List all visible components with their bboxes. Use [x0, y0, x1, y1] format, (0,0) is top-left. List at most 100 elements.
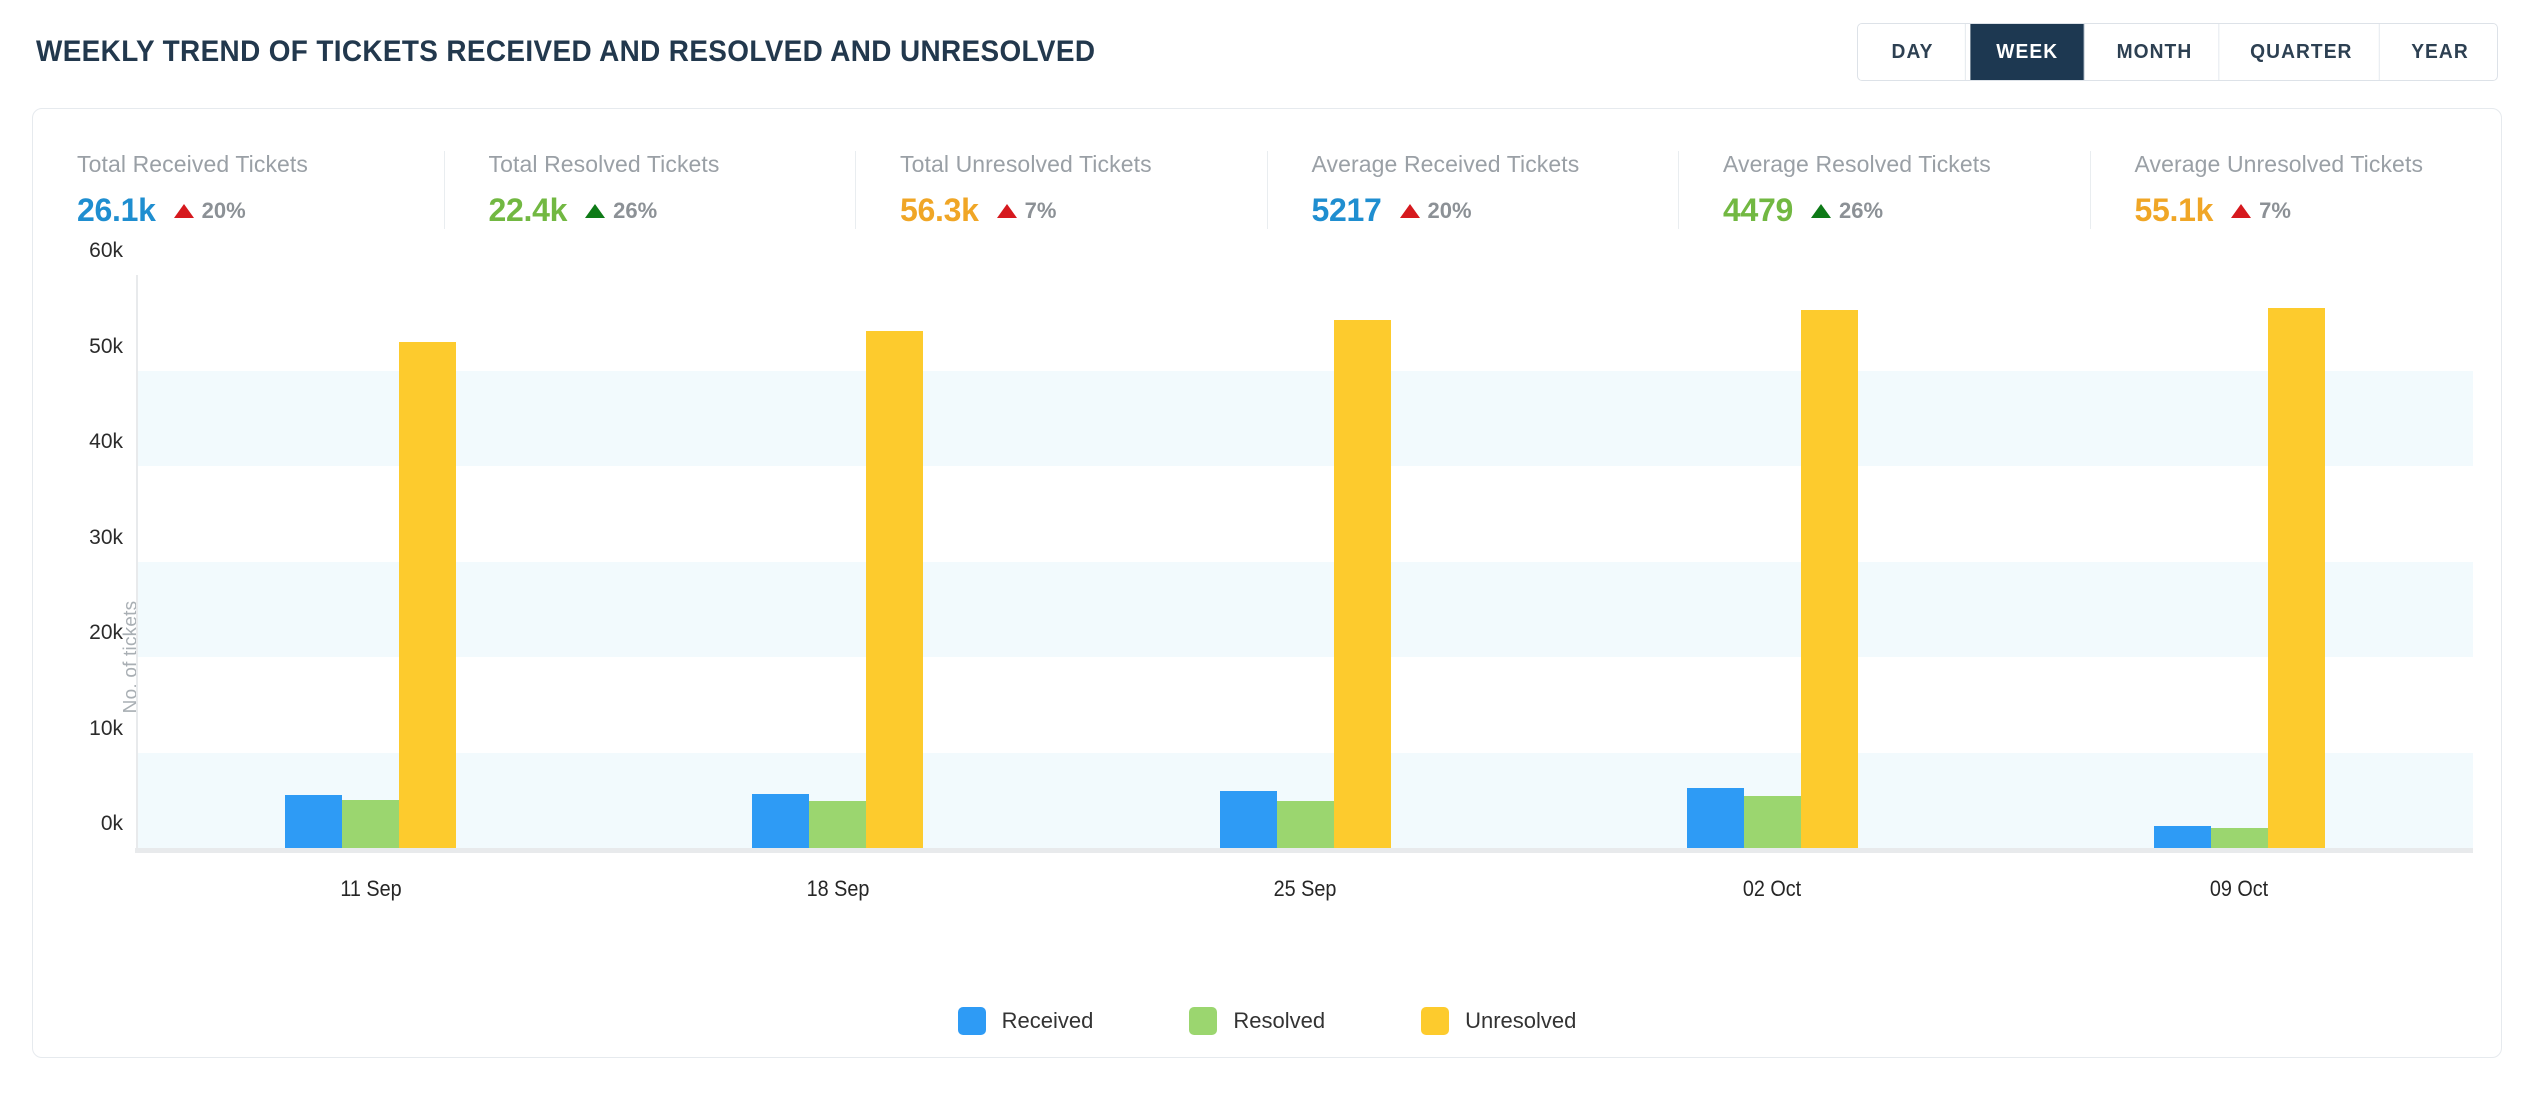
legend-swatch-icon	[1421, 1007, 1450, 1035]
bar-group: 18 Sep	[604, 275, 1071, 901]
y-axis-tick-label: 20k	[89, 621, 123, 644]
kpi-value: 22.4k	[488, 192, 568, 228]
y-axis-tick-label: 30k	[89, 525, 123, 549]
trend-up-arrow-icon	[2231, 203, 2252, 218]
bar-group: 09 Oct	[2006, 275, 2473, 901]
plot: 0k 10k 20k 30k 40k 50k 60k 11 Sep 18 Sep 25 Sep 0…	[89, 239, 2473, 901]
legend-swatch-icon	[957, 1007, 986, 1035]
kpi-label: Total Resolved Tickets	[488, 151, 720, 177]
kpi-card: Average Resolved Tickets 4479 26%	[1679, 151, 2091, 229]
kpi-delta: 7%	[996, 197, 1057, 224]
bar-resolved[interactable]	[342, 800, 400, 848]
x-axis-tick-label: 18 Sep	[806, 876, 870, 901]
kpi-label: Average Unresolved Tickets	[2134, 151, 2424, 177]
bar-resolved[interactable]	[1276, 801, 1334, 848]
legend-item-unresolved[interactable]: Unresolved	[1421, 1007, 1576, 1035]
legend-item-received[interactable]: Received	[957, 1007, 1094, 1035]
period-btn-year[interactable]: YEAR	[2385, 24, 2495, 80]
legend-label: Unresolved	[1465, 1008, 1577, 1033]
page-title: WEEKLY TREND OF TICKETS RECEIVED AND RES…	[36, 35, 1096, 68]
bar-received[interactable]	[1219, 790, 1277, 848]
trend-up-arrow-icon	[585, 203, 606, 218]
kpi-value: 4479	[1723, 192, 1793, 228]
kpi-card: Total Received Tickets 26.1k 20%	[33, 151, 445, 229]
legend-label: Resolved	[1233, 1008, 1326, 1033]
y-axis-tick-label: 10k	[89, 716, 123, 740]
y-axis-tick-label: 0k	[100, 812, 123, 835]
x-axis-tick-label: 02 Oct	[1743, 876, 1802, 901]
chart-container: No. of tickets 0k 10k 20k 30k 40k 50k 60k 11 S…	[33, 239, 2501, 1057]
kpi-delta: 26%	[585, 198, 657, 224]
kpi-card: Average Unresolved Tickets 55.1k 7%	[2091, 151, 2502, 229]
kpi-label: Average Resolved Tickets	[1723, 151, 1991, 177]
legend-label: Received	[1001, 1008, 1094, 1033]
x-axis-tick-label: 25 Sep	[1273, 876, 1337, 901]
bar-received[interactable]	[1686, 787, 1744, 848]
kpi-delta: 26%	[1811, 198, 1883, 224]
x-axis-tick-label: 09 Oct	[2210, 876, 2269, 901]
dashboard-page: WEEKLY TREND OF TICKETS RECEIVED AND RES…	[0, 0, 2534, 1094]
bar-unresolved[interactable]	[399, 341, 457, 848]
kpi-value-row: 22.4k 26%	[489, 192, 838, 229]
trend-up-arrow-icon	[996, 203, 1017, 218]
kpi-delta-value: 20%	[201, 197, 246, 223]
kpi-delta-value: 7%	[1024, 197, 1057, 223]
bar-received[interactable]	[285, 794, 343, 848]
kpi-value-row: 55.1k 7%	[2135, 192, 2484, 229]
bar-received[interactable]	[752, 793, 810, 848]
page-header: WEEKLY TREND OF TICKETS RECEIVED AND RES…	[32, 0, 2502, 104]
kpi-delta-value: 26%	[1839, 197, 1884, 223]
bar-resolved[interactable]	[2210, 827, 2268, 848]
kpi-value-row: 26.1k 20%	[77, 192, 426, 229]
bar-group: 11 Sep	[137, 275, 604, 901]
x-axis-tick-label: 11 Sep	[339, 876, 402, 901]
kpi-delta: 20%	[173, 197, 246, 224]
trend-up-arrow-icon	[1811, 203, 1831, 218]
bar-group: 02 Oct	[1539, 275, 2006, 901]
kpi-label: Total Unresolved Tickets	[900, 151, 1152, 177]
kpi-card: Average Received Tickets 5217 20%	[1268, 151, 1679, 229]
kpi-value: 26.1k	[77, 192, 156, 228]
kpi-card: Total Unresolved Tickets 56.3k 7%	[856, 151, 1268, 229]
legend-item-resolved[interactable]: Resolved	[1189, 1007, 1325, 1035]
kpi-delta-value: 20%	[1427, 197, 1472, 223]
y-axis-tick-label: 50k	[89, 334, 123, 358]
kpi-value-row: 5217 20%	[1312, 192, 1661, 229]
kpi-value-row: 56.3k 7%	[900, 192, 1249, 229]
kpi-value: 5217	[1311, 192, 1382, 228]
kpi-label: Total Received Tickets	[77, 151, 309, 177]
kpi-delta-value: 26%	[613, 197, 658, 223]
period-btn-quarter[interactable]: QUARTER	[2224, 24, 2380, 80]
x-axis-line	[135, 848, 2473, 853]
kpi-value-row: 4479 26%	[1723, 192, 2072, 229]
kpi-value: 55.1k	[2134, 192, 2214, 228]
period-btn-month[interactable]: MONTH	[2090, 24, 2219, 80]
trend-up-arrow-icon	[1399, 203, 1420, 218]
bar-groups: 11 Sep 18 Sep 25 Sep 02 Oct 09 Oct	[137, 275, 2473, 901]
trend-up-arrow-icon	[173, 203, 194, 218]
y-axis-tick-label: 40k	[89, 430, 123, 453]
kpi-summary-row: Total Received Tickets 26.1k 20% Total Reso…	[33, 109, 2501, 257]
bar-resolved[interactable]	[809, 801, 867, 848]
bar-received[interactable]	[2153, 826, 2211, 848]
kpi-card: Total Resolved Tickets 22.4k 26%	[445, 151, 856, 229]
kpi-delta-value: 7%	[2259, 197, 2291, 223]
period-toggle-group[interactable]: DAY WEEK MONTH QUARTER YEAR	[1857, 23, 2498, 81]
bar-unresolved[interactable]	[866, 331, 924, 848]
bar-unresolved[interactable]	[2267, 308, 2325, 848]
chart-card: Total Received Tickets 26.1k 20% Total Reso…	[32, 108, 2502, 1058]
chart-plot-area: No. of tickets 0k 10k 20k 30k 40k 50k 60k 11 S…	[33, 239, 2473, 1057]
period-btn-week[interactable]: WEEK	[1970, 24, 2086, 80]
bar-group: 25 Sep	[1071, 275, 1538, 901]
period-btn-day[interactable]: DAY	[1860, 24, 1967, 80]
chart-legend: Received Resolved Unresolved	[33, 1007, 2501, 1035]
legend-swatch-icon	[1189, 1007, 1218, 1035]
bar-resolved[interactable]	[1743, 796, 1801, 848]
kpi-label: Average Received Tickets	[1311, 151, 1580, 177]
bar-unresolved[interactable]	[1800, 310, 1858, 848]
kpi-delta: 7%	[2231, 198, 2291, 224]
bar-unresolved[interactable]	[1333, 319, 1391, 848]
y-axis-tick-label: 60k	[89, 239, 123, 262]
kpi-value: 56.3k	[900, 192, 979, 228]
kpi-delta: 20%	[1399, 197, 1472, 224]
